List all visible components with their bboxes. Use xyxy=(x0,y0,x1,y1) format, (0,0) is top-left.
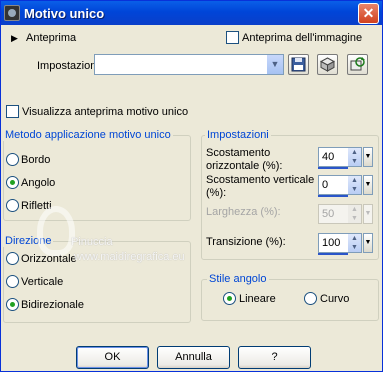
window-title: Motivo unico xyxy=(24,6,105,21)
transition-track xyxy=(318,253,348,255)
v-offset-label-2: (%): xyxy=(206,187,227,199)
h-offset-label-1: Scostamento xyxy=(206,147,271,159)
reset-preset-icon xyxy=(350,57,365,71)
method-group-title: Metodo applicazione motivo unico xyxy=(3,129,173,141)
width-label: Larghezza (%): xyxy=(206,206,281,218)
radio-lineare-label: Lineare xyxy=(239,293,276,305)
v-offset-label-1: Scostamento verticale xyxy=(206,174,315,186)
image-preview-checkbox[interactable] xyxy=(226,31,239,44)
show-tile-preview-checkbox[interactable] xyxy=(6,105,19,118)
watermark-logo xyxy=(37,206,75,256)
radio-orizzontale[interactable] xyxy=(6,252,19,265)
radio-verticale[interactable] xyxy=(6,275,19,288)
v-offset-value: 0 xyxy=(322,179,329,191)
radio-angolo-label: Angolo xyxy=(21,177,56,189)
v-offset-slider-button[interactable]: ▼ xyxy=(363,175,373,195)
h-offset-track xyxy=(318,167,348,169)
radio-curvo-label: Curvo xyxy=(320,293,350,305)
ok-button[interactable]: OK xyxy=(76,346,149,369)
width-value: 50 xyxy=(322,208,335,220)
radio-bidirezionale-label: Bidirezionale xyxy=(21,299,84,311)
reset-preset-button[interactable] xyxy=(347,54,368,75)
radio-bordo-label: Bordo xyxy=(21,154,51,166)
width-spinner[interactable]: 50 ▲ ▼ xyxy=(318,204,362,224)
transition-label: Transizione (%): xyxy=(206,236,286,248)
preview-toggle[interactable]: ▶ Anteprima xyxy=(11,32,76,44)
radio-angolo[interactable] xyxy=(6,176,19,189)
expand-arrow-icon: ▶ xyxy=(11,33,18,43)
image-preview-label: Anteprima dell'immagine xyxy=(242,32,363,44)
close-button[interactable]: ✕ xyxy=(358,3,379,24)
preview-label: Anteprima xyxy=(25,32,77,44)
radio-curvo[interactable] xyxy=(304,292,317,305)
save-icon xyxy=(291,57,306,72)
radio-rifletti[interactable] xyxy=(6,199,19,212)
transition-value: 100 xyxy=(322,237,341,249)
h-offset-slider-button[interactable]: ▼ xyxy=(363,147,373,167)
h-offset-spinner[interactable]: 40 ▲ ▼ xyxy=(318,147,362,167)
preset-library-button[interactable] xyxy=(317,54,338,75)
chevron-down-icon[interactable]: ▼ xyxy=(266,55,283,74)
corner-style-group-title: Stile angolo xyxy=(207,273,269,285)
cancel-button[interactable]: Annulla xyxy=(157,346,230,369)
settings-group-title: Impostazioni xyxy=(205,129,271,141)
transition-slider-button[interactable]: ▼ xyxy=(363,233,373,253)
app-icon xyxy=(4,5,20,21)
h-offset-value: 40 xyxy=(322,151,335,163)
spin-arrows-icon[interactable]: ▲ ▼ xyxy=(348,176,361,194)
preset-dropdown[interactable]: ▼ xyxy=(94,54,284,75)
radio-lineare[interactable] xyxy=(223,292,236,305)
dialog-window: Motivo unico ✕ ▶ Anteprima Anteprima del… xyxy=(0,0,383,372)
preset-cube-icon xyxy=(319,57,336,72)
v-offset-spinner[interactable]: 0 ▲ ▼ xyxy=(318,175,362,195)
v-offset-track xyxy=(318,195,348,197)
settings-label: Impostazioni xyxy=(37,60,99,72)
watermark-url: www.maidiregrafica.eu xyxy=(74,251,185,263)
watermark-name: Pinuccia xyxy=(71,236,113,248)
title-bar[interactable]: Motivo unico ✕ xyxy=(1,1,382,25)
save-preset-button[interactable] xyxy=(288,54,309,75)
spin-arrows-icon[interactable]: ▲ ▼ xyxy=(348,234,361,252)
width-slider-button[interactable]: ▼ xyxy=(363,204,373,224)
radio-verticale-label: Verticale xyxy=(21,276,64,288)
spin-arrows-icon[interactable]: ▲ ▼ xyxy=(348,148,361,166)
transition-spinner[interactable]: 100 ▲ ▼ xyxy=(318,233,362,253)
radio-bidirezionale[interactable] xyxy=(6,298,19,311)
spin-arrows-icon[interactable]: ▲ ▼ xyxy=(348,205,361,223)
h-offset-label-2: orizzontale (%): xyxy=(206,160,283,172)
show-tile-preview-label: Visualizza anteprima motivo unico xyxy=(22,106,189,118)
help-button[interactable]: ? xyxy=(238,346,311,369)
radio-bordo[interactable] xyxy=(6,153,19,166)
